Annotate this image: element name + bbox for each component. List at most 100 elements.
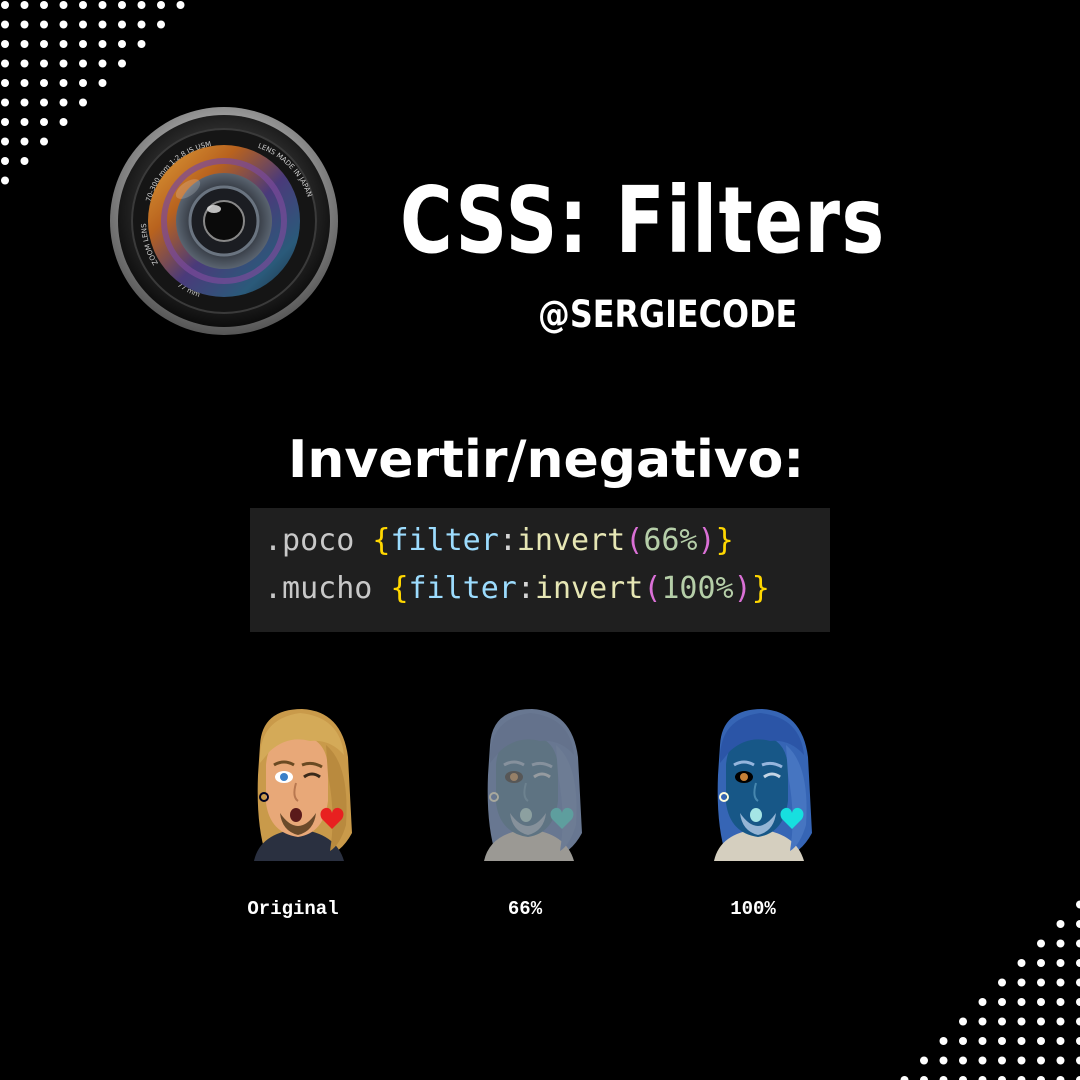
- code-property: filter: [390, 523, 499, 558]
- decorative-dot: [40, 137, 48, 146]
- avatar-original: [254, 709, 352, 861]
- decorative-dot: [157, 1, 165, 9]
- decorative-dot: [1, 157, 9, 165]
- decorative-dot: [1076, 978, 1080, 987]
- decorative-dot: [20, 137, 29, 146]
- decorative-dot: [1076, 1017, 1080, 1026]
- decorative-dot: [137, 20, 146, 29]
- decorative-dot: [1037, 1056, 1045, 1065]
- decorative-dot: [20, 118, 29, 126]
- decorative-dot: [900, 1076, 909, 1080]
- decorative-dot: [20, 98, 29, 107]
- code-brace-open: {: [390, 571, 409, 606]
- decorative-dot: [20, 20, 29, 29]
- code-colon: :: [498, 523, 517, 558]
- caption-66: 66%: [507, 898, 543, 920]
- decorative-dot: [978, 1017, 987, 1026]
- decorative-dot: [1017, 959, 1026, 967]
- decorative-dot: [59, 40, 68, 48]
- decorative-dot: [98, 1, 107, 9]
- avatar-eye-iris: [510, 773, 518, 781]
- decorative-dot: [1, 98, 9, 107]
- decorative-dot: [1017, 1017, 1026, 1026]
- decorative-dot: [959, 1056, 967, 1065]
- section-subtitle: Invertir/negativo:: [288, 430, 805, 490]
- decorative-dot: [1056, 1056, 1065, 1065]
- decorative-dot: [1037, 939, 1045, 948]
- code-brace-close: }: [715, 523, 734, 558]
- decorative-dot: [40, 40, 48, 48]
- decorative-dot: [1037, 1076, 1045, 1080]
- decorative-dot: [40, 98, 48, 107]
- decorative-dot: [998, 1056, 1006, 1065]
- decorative-dot: [40, 1, 48, 9]
- code-brace-open: {: [372, 523, 391, 558]
- decorative-dot: [1076, 959, 1080, 967]
- decorative-dot: [59, 20, 68, 29]
- decorative-dot: [978, 1037, 987, 1045]
- code-paren-open: (: [625, 523, 644, 558]
- decorative-dot: [118, 1, 126, 9]
- code-line-poco: .poco {filter:invert(66%)}: [264, 518, 734, 564]
- decorative-dot: [1037, 959, 1045, 967]
- decorative-dot: [98, 40, 107, 48]
- decorative-dot: [1, 176, 9, 185]
- decorative-dot: [137, 1, 146, 9]
- code-function: invert: [516, 523, 626, 558]
- decorative-dot: [1056, 920, 1065, 928]
- decorative-dot: [40, 79, 48, 87]
- decorative-dot: [157, 20, 165, 29]
- decorative-dot: [1076, 1056, 1080, 1065]
- caption-original: Original: [247, 898, 339, 920]
- decorative-dot: [1017, 1037, 1026, 1045]
- decorative-dot: [1, 79, 9, 87]
- decorative-dot: [1056, 1076, 1065, 1080]
- decorative-dot: [1037, 978, 1045, 987]
- decorative-dot: [40, 59, 48, 68]
- code-value: 66%: [643, 523, 698, 558]
- decorative-dot: [920, 1076, 928, 1080]
- page-title: CSS: Filters: [400, 167, 886, 274]
- decorative-dot: [939, 1076, 948, 1080]
- decorative-dot: [40, 20, 48, 29]
- decorative-dot: [59, 79, 68, 87]
- code-selector: .mucho: [264, 571, 391, 606]
- decorative-dots-bottom-right: [900, 900, 1080, 1080]
- decorative-dot: [1056, 1017, 1065, 1026]
- decorative-dot: [118, 59, 126, 68]
- avatar-eye-iris: [280, 773, 288, 781]
- decorative-dot: [1, 59, 9, 68]
- code-block: .poco {filter:invert(66%)} .mucho {filte…: [250, 508, 830, 632]
- decorative-dot: [20, 1, 29, 9]
- decorative-dot: [998, 978, 1006, 987]
- decorative-dot: [959, 1037, 967, 1045]
- decorative-dot: [1017, 1056, 1026, 1065]
- author-handle: @SERGIECODE: [538, 293, 798, 336]
- decorative-dot: [998, 1017, 1006, 1026]
- decorative-dot: [978, 1076, 987, 1080]
- decorative-dot: [1017, 978, 1026, 987]
- caption-100: 100%: [730, 898, 776, 920]
- decorative-dot: [1056, 998, 1065, 1006]
- decorative-dot: [1076, 1037, 1080, 1045]
- code-value: 100%: [661, 571, 734, 606]
- decorative-dot: [1056, 978, 1065, 987]
- code-paren-open: (: [643, 571, 662, 606]
- decorative-dot: [79, 79, 87, 87]
- avatar-mouth: [520, 808, 532, 822]
- decorative-dot: [79, 1, 87, 9]
- decorative-dot: [1056, 959, 1065, 967]
- decorative-dot: [978, 998, 987, 1006]
- code-paren-close: ): [697, 523, 716, 558]
- decorative-dot: [118, 20, 126, 29]
- decorative-dot: [118, 40, 126, 48]
- decorative-dot: [176, 1, 185, 9]
- decorative-dot: [98, 20, 107, 29]
- decorative-dot: [1037, 1037, 1045, 1045]
- decorative-dot: [1017, 998, 1026, 1006]
- decorative-dot: [79, 98, 87, 107]
- decorative-dot: [79, 40, 87, 48]
- decorative-dot: [920, 1056, 928, 1065]
- decorative-dot: [998, 998, 1006, 1006]
- decorative-dot: [939, 1037, 948, 1045]
